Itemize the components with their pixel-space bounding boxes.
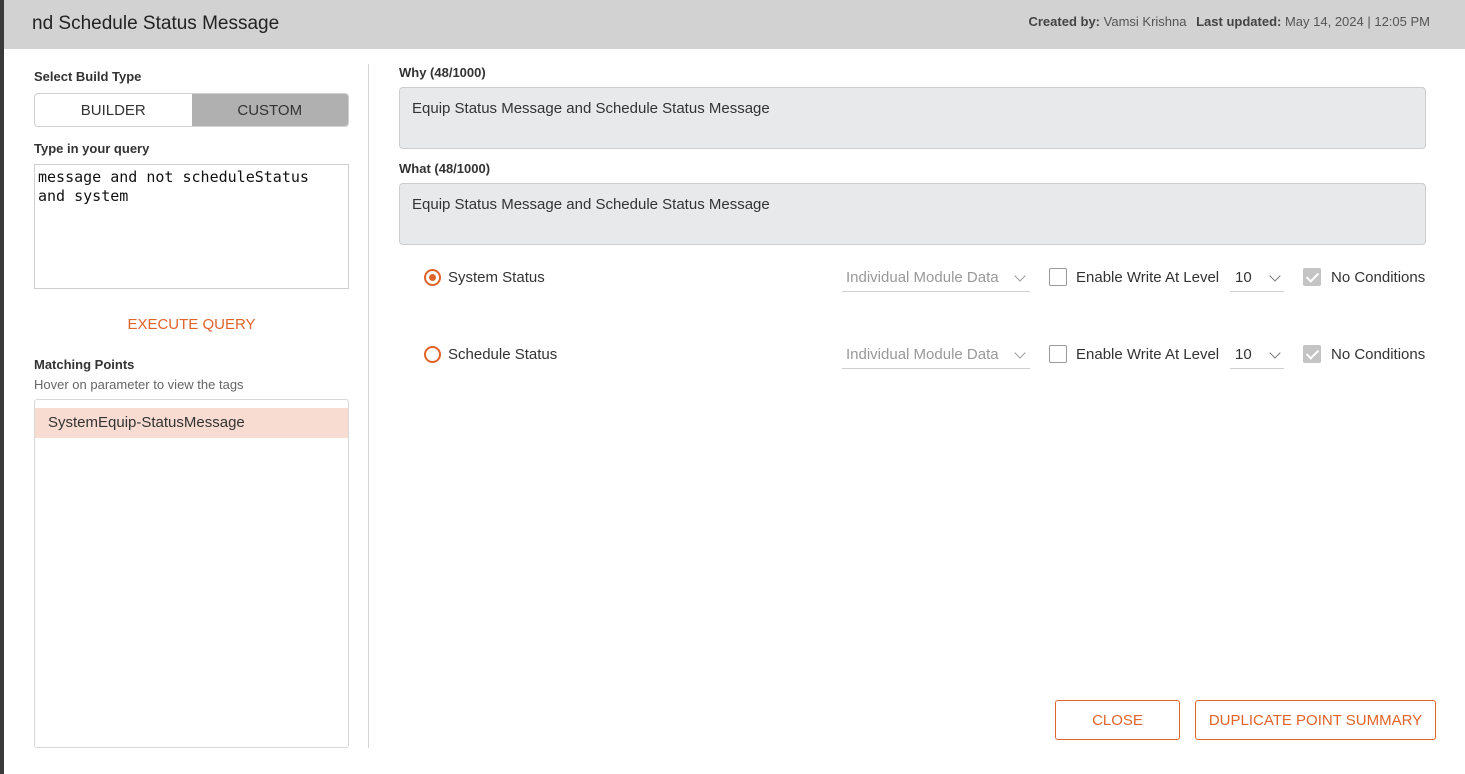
modal-title: nd Schedule Status Message (32, 13, 280, 34)
chevron-down-icon (1269, 347, 1281, 359)
last-updated-label: Last updated: (1196, 14, 1282, 29)
modal-meta: Created by: Vamsi Krishna Last updated: … (1028, 14, 1436, 29)
what-label: What (48/1000) (399, 161, 491, 176)
chevron-down-icon (1014, 270, 1026, 282)
created-by-value: Vamsi Krishna (1103, 14, 1187, 29)
query-label: Type in your query (34, 141, 150, 156)
build-type-toggle: BUILDER CUSTOM (34, 93, 349, 127)
chevron-down-icon (1014, 347, 1026, 359)
enable-write-label: Enable Write At Level (1076, 269, 1220, 286)
system-status-radio[interactable] (424, 269, 441, 286)
data-source-select[interactable]: Individual Module Data (842, 339, 1030, 369)
why-field[interactable]: Equip Status Message and Schedule Status… (399, 87, 1426, 149)
write-level-value: 10 (1235, 346, 1252, 363)
panel-divider (368, 64, 369, 748)
data-source-value: Individual Module Data (846, 269, 999, 286)
enable-write-label: Enable Write At Level (1076, 346, 1220, 363)
status-row-system: System Status Individual Module Data Ena… (424, 262, 1434, 292)
no-conditions-checkbox[interactable] (1303, 345, 1321, 363)
matching-points-list[interactable]: SystemEquip-StatusMessage (34, 399, 349, 748)
last-updated-value: May 14, 2024 | 12:05 PM (1284, 14, 1430, 29)
execute-query-button[interactable]: EXECUTE QUERY (34, 316, 349, 333)
matching-points-label: Matching Points (34, 357, 135, 372)
close-button[interactable]: CLOSE (1055, 700, 1180, 740)
schedule-status-label: Schedule Status (448, 346, 558, 363)
builder-option[interactable]: BUILDER (35, 94, 192, 126)
write-level-value: 10 (1235, 269, 1252, 286)
why-label: Why (48/1000) (399, 65, 486, 80)
custom-option[interactable]: CUSTOM (191, 94, 348, 126)
duplicate-point-summary-button[interactable]: DUPLICATE POINT SUMMARY (1195, 700, 1436, 740)
write-level-select[interactable]: 10 (1230, 339, 1284, 369)
modal-header: nd Schedule Status Message Created by: V… (4, 0, 1465, 49)
schedule-status-radio[interactable] (424, 346, 441, 363)
no-conditions-checkbox[interactable] (1303, 268, 1321, 286)
chevron-down-icon (1269, 270, 1281, 282)
data-source-value: Individual Module Data (846, 346, 999, 363)
system-status-label: System Status (448, 269, 545, 286)
write-level-select[interactable]: 10 (1230, 262, 1284, 292)
what-field[interactable]: Equip Status Message and Schedule Status… (399, 183, 1426, 245)
data-source-select[interactable]: Individual Module Data (842, 262, 1030, 292)
no-conditions-label: No Conditions (1331, 346, 1426, 363)
enable-write-checkbox[interactable] (1049, 345, 1067, 363)
status-row-schedule: Schedule Status Individual Module Data E… (424, 339, 1434, 369)
created-by-label: Created by: (1028, 14, 1101, 29)
point-summary-modal: nd Schedule Status Message Created by: V… (4, 0, 1465, 774)
matching-points-hint: Hover on parameter to view the tags (34, 377, 244, 392)
query-input[interactable]: message and not scheduleStatus and syste… (34, 164, 349, 289)
enable-write-checkbox[interactable] (1049, 268, 1067, 286)
list-item[interactable]: SystemEquip-StatusMessage (35, 408, 348, 438)
no-conditions-label: No Conditions (1331, 269, 1426, 286)
build-type-label: Select Build Type (34, 69, 142, 84)
